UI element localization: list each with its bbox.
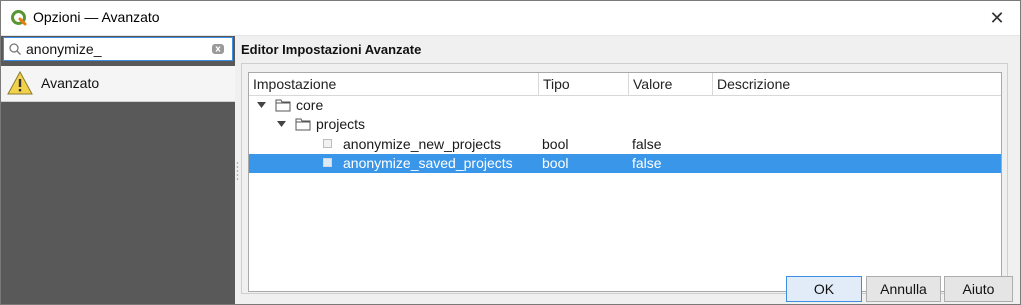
setting-type: bool [542,136,569,152]
sidebar-item-label: Avanzato [41,75,100,91]
sidebar-item-avanzato[interactable]: Avanzato [1,66,235,102]
setting-name: projects [316,116,366,132]
setting-type: bool [542,155,569,171]
settings-tree[interactable]: Impostazione Tipo Valore Descrizione cor… [248,72,1002,292]
search-input[interactable] [26,40,206,58]
folder-icon [275,99,291,112]
setting-item-icon [323,139,332,148]
column-header-tipo[interactable]: Tipo [539,73,629,95]
expand-arrow-icon[interactable] [257,102,266,109]
cancel-button[interactable]: Annulla [866,276,941,302]
setting-item-icon [323,158,332,167]
window-title: Opzioni — Avanzato [33,9,160,25]
search-icon [9,43,21,55]
sidebar: Avanzato [1,36,235,304]
close-icon: ✕ [989,7,1005,28]
setting-name: core [296,97,324,113]
tree-row-anonymize-saved-projects[interactable]: anonymize_saved_projects bool false [249,154,1001,173]
column-header-impostazione[interactable]: Impostazione [249,73,539,95]
column-header-valore[interactable]: Valore [629,73,713,95]
qgis-logo-icon [11,10,27,26]
section-title: Editor Impostazioni Avanzate [241,42,422,57]
title-bar: Opzioni — Avanzato ✕ [1,1,1020,36]
expand-arrow-icon[interactable] [277,121,286,128]
search-box[interactable] [3,37,233,61]
tree-header: Impostazione Tipo Valore Descrizione [249,73,1001,96]
help-button[interactable]: Aiuto [944,276,1013,302]
clear-search-icon[interactable] [212,43,224,55]
options-dialog: Opzioni — Avanzato ✕ Avanzato [0,0,1021,305]
tree-row-core[interactable]: core [249,96,1001,115]
setting-value[interactable]: false [632,136,662,152]
main-panel: Editor Impostazioni Avanzate Impostazion… [237,36,1020,304]
warning-icon [7,71,33,95]
setting-name: anonymize_new_projects [343,136,501,152]
setting-name: anonymize_saved_projects [343,155,513,171]
column-header-descrizione[interactable]: Descrizione [713,73,1001,95]
tree-row-projects[interactable]: projects [249,115,1001,134]
tree-row-anonymize-new-projects[interactable]: anonymize_new_projects bool false [249,135,1001,154]
ok-button[interactable]: OK [786,276,862,302]
setting-value[interactable]: false [632,155,662,171]
close-button[interactable]: ✕ [974,1,1020,35]
folder-icon [295,118,311,131]
